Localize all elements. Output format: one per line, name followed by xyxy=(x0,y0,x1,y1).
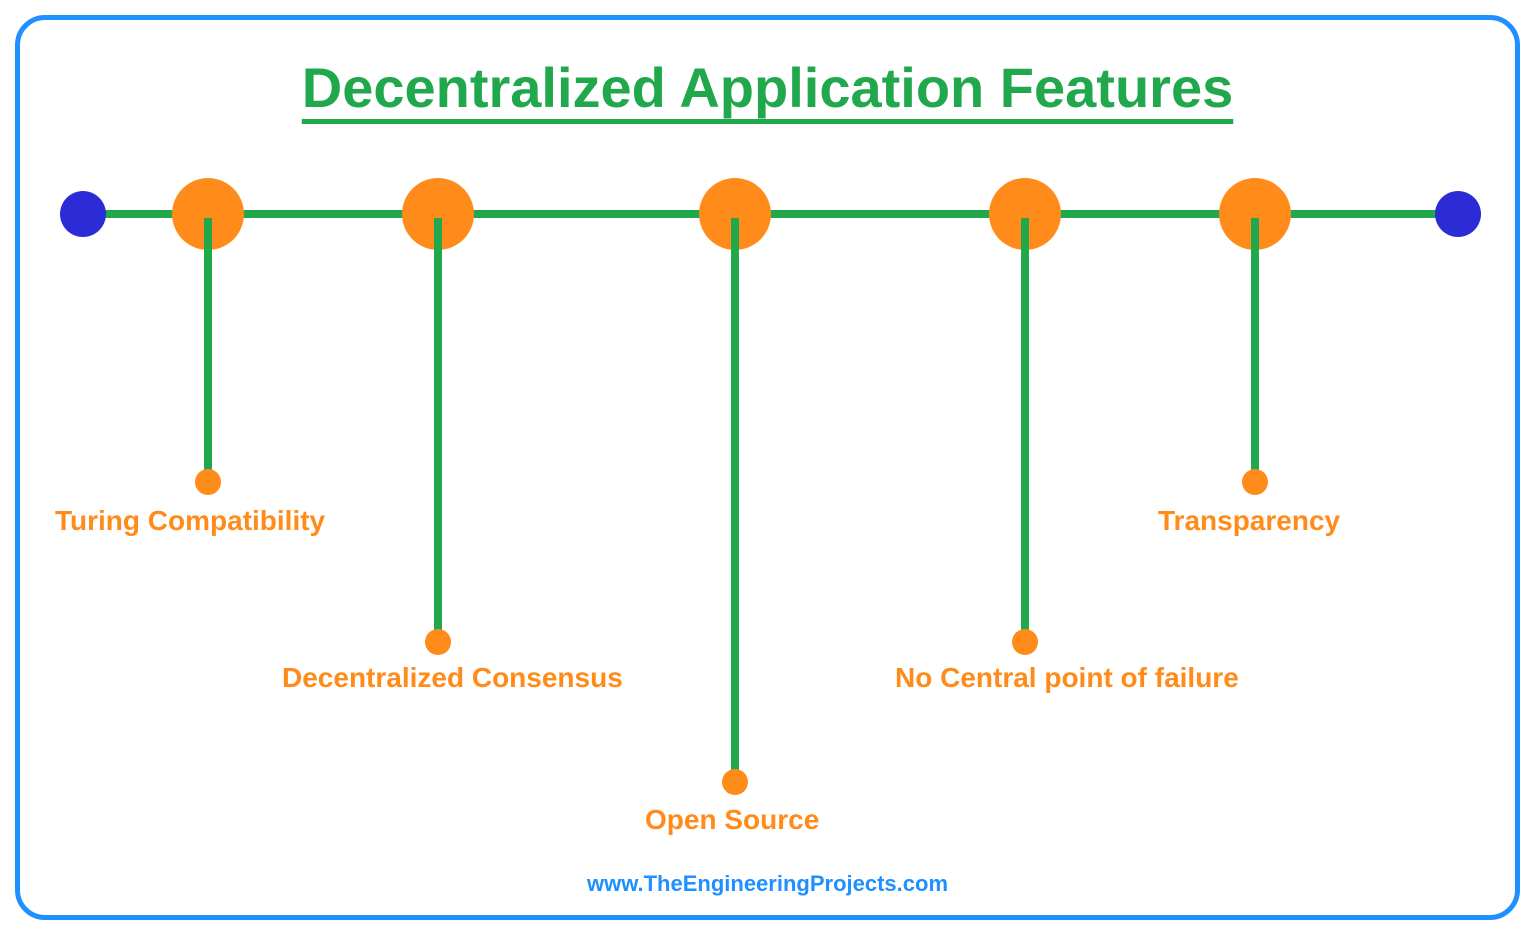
dot-opensource xyxy=(722,769,748,795)
vline-opensource xyxy=(731,218,739,778)
diagram-frame: Decentralized Application Features Turin… xyxy=(15,15,1520,920)
vline-consensus xyxy=(434,218,442,638)
endcap-left xyxy=(60,191,106,237)
label-transparency: Transparency xyxy=(1158,505,1340,537)
label-consensus: Decentralized Consensus xyxy=(282,662,623,694)
dot-transparency xyxy=(1242,469,1268,495)
footer-link[interactable]: www.TheEngineeringProjects.com xyxy=(20,871,1515,897)
dot-nofailure xyxy=(1012,629,1038,655)
label-nofailure: No Central point of failure xyxy=(895,662,1239,694)
endcap-right xyxy=(1435,191,1481,237)
vline-nofailure xyxy=(1021,218,1029,638)
diagram-title: Decentralized Application Features xyxy=(20,55,1515,120)
vline-turing xyxy=(204,218,212,478)
vline-transparency xyxy=(1251,218,1259,478)
label-turing: Turing Compatibility xyxy=(55,505,325,537)
label-opensource: Open Source xyxy=(645,804,819,836)
dot-consensus xyxy=(425,629,451,655)
dot-turing xyxy=(195,469,221,495)
diagram-area: Turing Compatibility Decentralized Conse… xyxy=(20,190,1515,890)
